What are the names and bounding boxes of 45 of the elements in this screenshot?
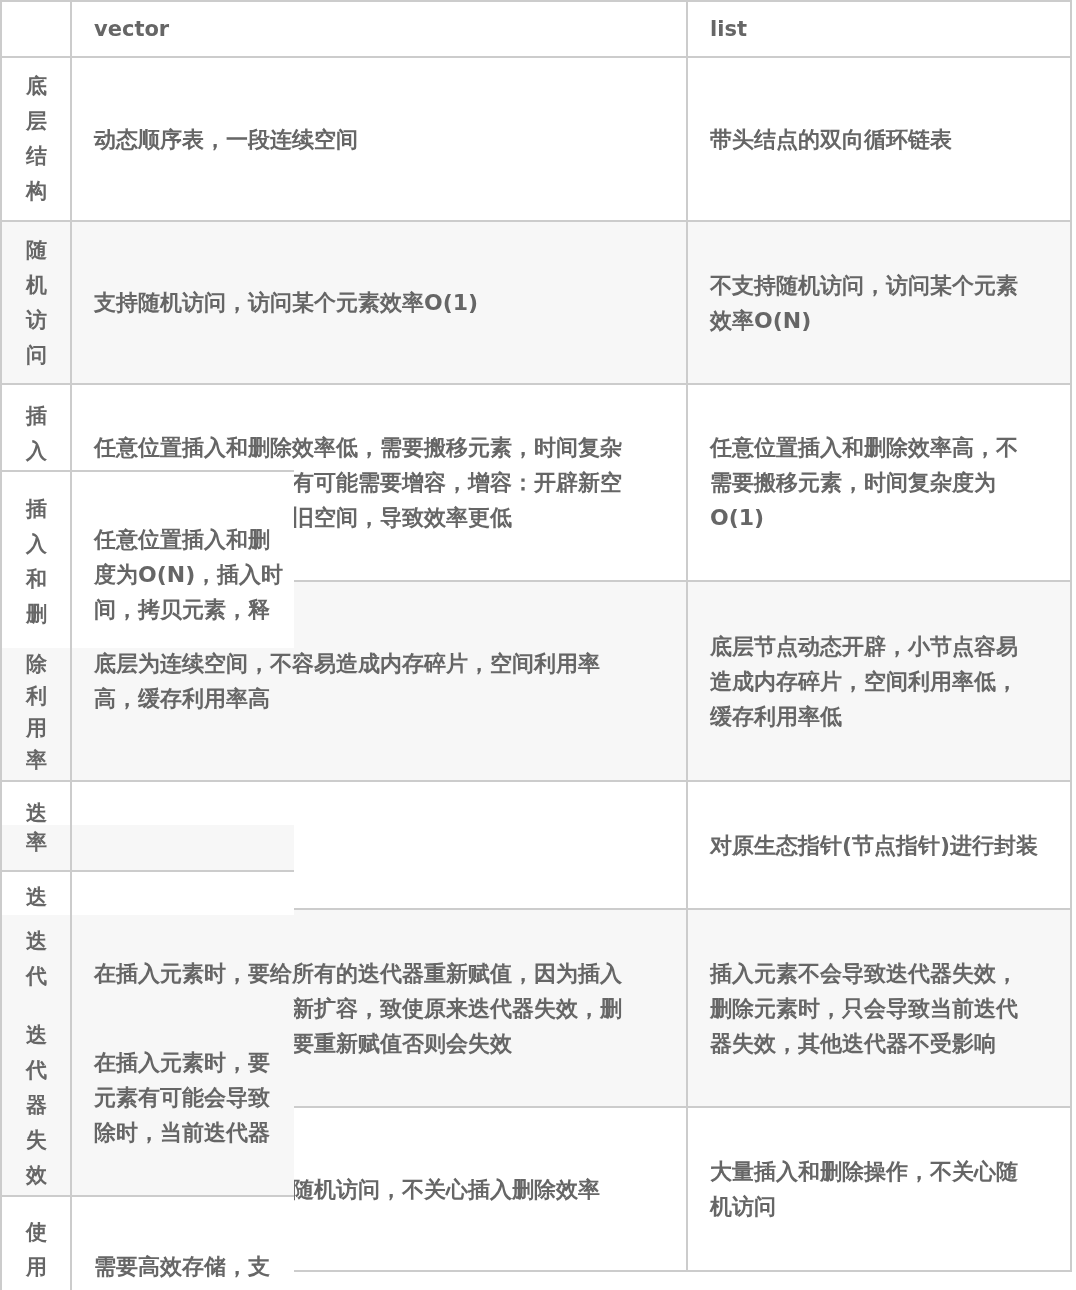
cell-text: 在插入元素时，要 [94, 1050, 270, 1075]
cell-text: 支持随机访问，访问某个元素效率O(1) [94, 290, 479, 315]
row-label: 迭代器失效 [25, 1022, 47, 1189]
cell-text: 效率O(N) [710, 307, 812, 333]
cell-text: 插入元素不会导致迭代器失效， [710, 960, 1018, 986]
cell-text: 有可能需要增容，增容：开辟新空 [292, 470, 622, 495]
cell-text: 在插入元素时，要给所有的迭代器重新赋值，因为插入 [94, 960, 622, 986]
row-label: 随机访问 [25, 236, 47, 369]
cell-text: 元素有可能会导致 [94, 1085, 270, 1110]
cell-text: 需要搬移元素，时间复杂度为 [710, 470, 996, 495]
cell-text: 底层为连续空间，不容易造成内存碎片，空间利用率 [94, 651, 600, 676]
cell-text: 任意位置插入和删除效率低，需要搬移元素，时间复杂 [94, 435, 622, 460]
cell-text: 缓存利用率低 [710, 703, 842, 729]
cell-text: 大量插入和删除操作，不关心随 [710, 1159, 1018, 1184]
row-label: 迭 [25, 800, 47, 827]
cell-text: 新扩容，致使原来迭代器失效，删 [292, 995, 622, 1021]
column-header: list [710, 15, 748, 43]
cell-text: 机访问 [710, 1194, 776, 1219]
cell-text: 不支持随机访问，访问某个元素 [710, 272, 1018, 298]
row-label: 迭代 [25, 928, 47, 990]
row-label: 率 [25, 829, 47, 856]
cell-text: 带头结点的双向循环链表 [710, 126, 952, 152]
cell-text: 需要高效存储，支 [94, 1254, 270, 1279]
cell-text: 间，拷贝元素，释 [94, 597, 270, 622]
row-label: 除利用率 [25, 651, 47, 774]
cell-text: O(1) [710, 505, 765, 530]
cell-text: 造成内存碎片，空间利用率低， [710, 668, 1018, 694]
cell-text: 删除元素时，只会导致当前迭代 [710, 995, 1018, 1021]
row-label: 迭 [25, 884, 47, 911]
cell-text: 旧空间，导致效率更低 [292, 505, 512, 530]
row-label: 插入 [25, 403, 47, 465]
cell-text: 底层节点动态开辟，小节点容易 [710, 633, 1018, 659]
cell-text: 除时，当前迭代器 [94, 1120, 270, 1145]
row-label: 插入和删 [25, 496, 47, 628]
cell-text: 高，缓存利用率高 [94, 686, 270, 711]
cell-text: 对原生态指针(节点指针)进行封装 [710, 832, 1039, 858]
cell-text: 器失效，其他迭代器不受影响 [710, 1030, 996, 1056]
cell-text: 任意位置插入和删 [94, 527, 270, 552]
row-label: 底层结构 [25, 73, 47, 205]
cell-text: 要重新赋值否则会失效 [292, 1030, 512, 1056]
column-header: vector [94, 15, 171, 43]
cell-text: 动态顺序表，一段连续空间 [94, 126, 358, 152]
cell-text: 度为O(N)，插入时 [94, 562, 284, 587]
row-label: 使用 [25, 1219, 47, 1281]
cell-text: 任意位置插入和删除效率高，不 [710, 435, 1018, 460]
